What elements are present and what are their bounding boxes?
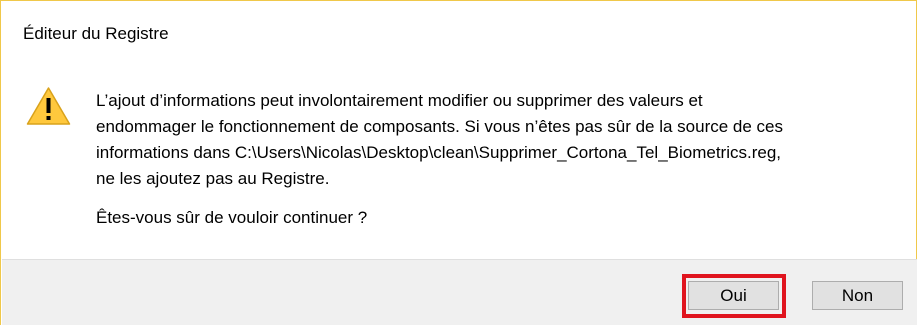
message-spacer — [96, 192, 896, 205]
button-bar: Oui Non — [2, 259, 917, 325]
dialog-title: Éditeur du Registre — [23, 24, 169, 43]
dialog-message: L’ajout d’informations peut involontaire… — [96, 88, 896, 231]
yes-button[interactable]: Oui — [688, 281, 779, 310]
message-line: L’ajout d’informations peut involontaire… — [96, 91, 703, 110]
registry-editor-dialog: Éditeur du Registre L’ajout d’informatio… — [0, 0, 917, 325]
confirmation-question: Êtes-vous sûr de vouloir continuer ? — [96, 208, 368, 227]
message-line: endommager le fonctionnement de composan… — [96, 117, 783, 136]
warning-icon — [26, 87, 71, 125]
no-button[interactable]: Non — [812, 281, 903, 310]
message-line: ne les ajoutez pas au Registre. — [96, 169, 330, 188]
message-line: informations dans C:\Users\Nicolas\Deskt… — [96, 143, 782, 162]
